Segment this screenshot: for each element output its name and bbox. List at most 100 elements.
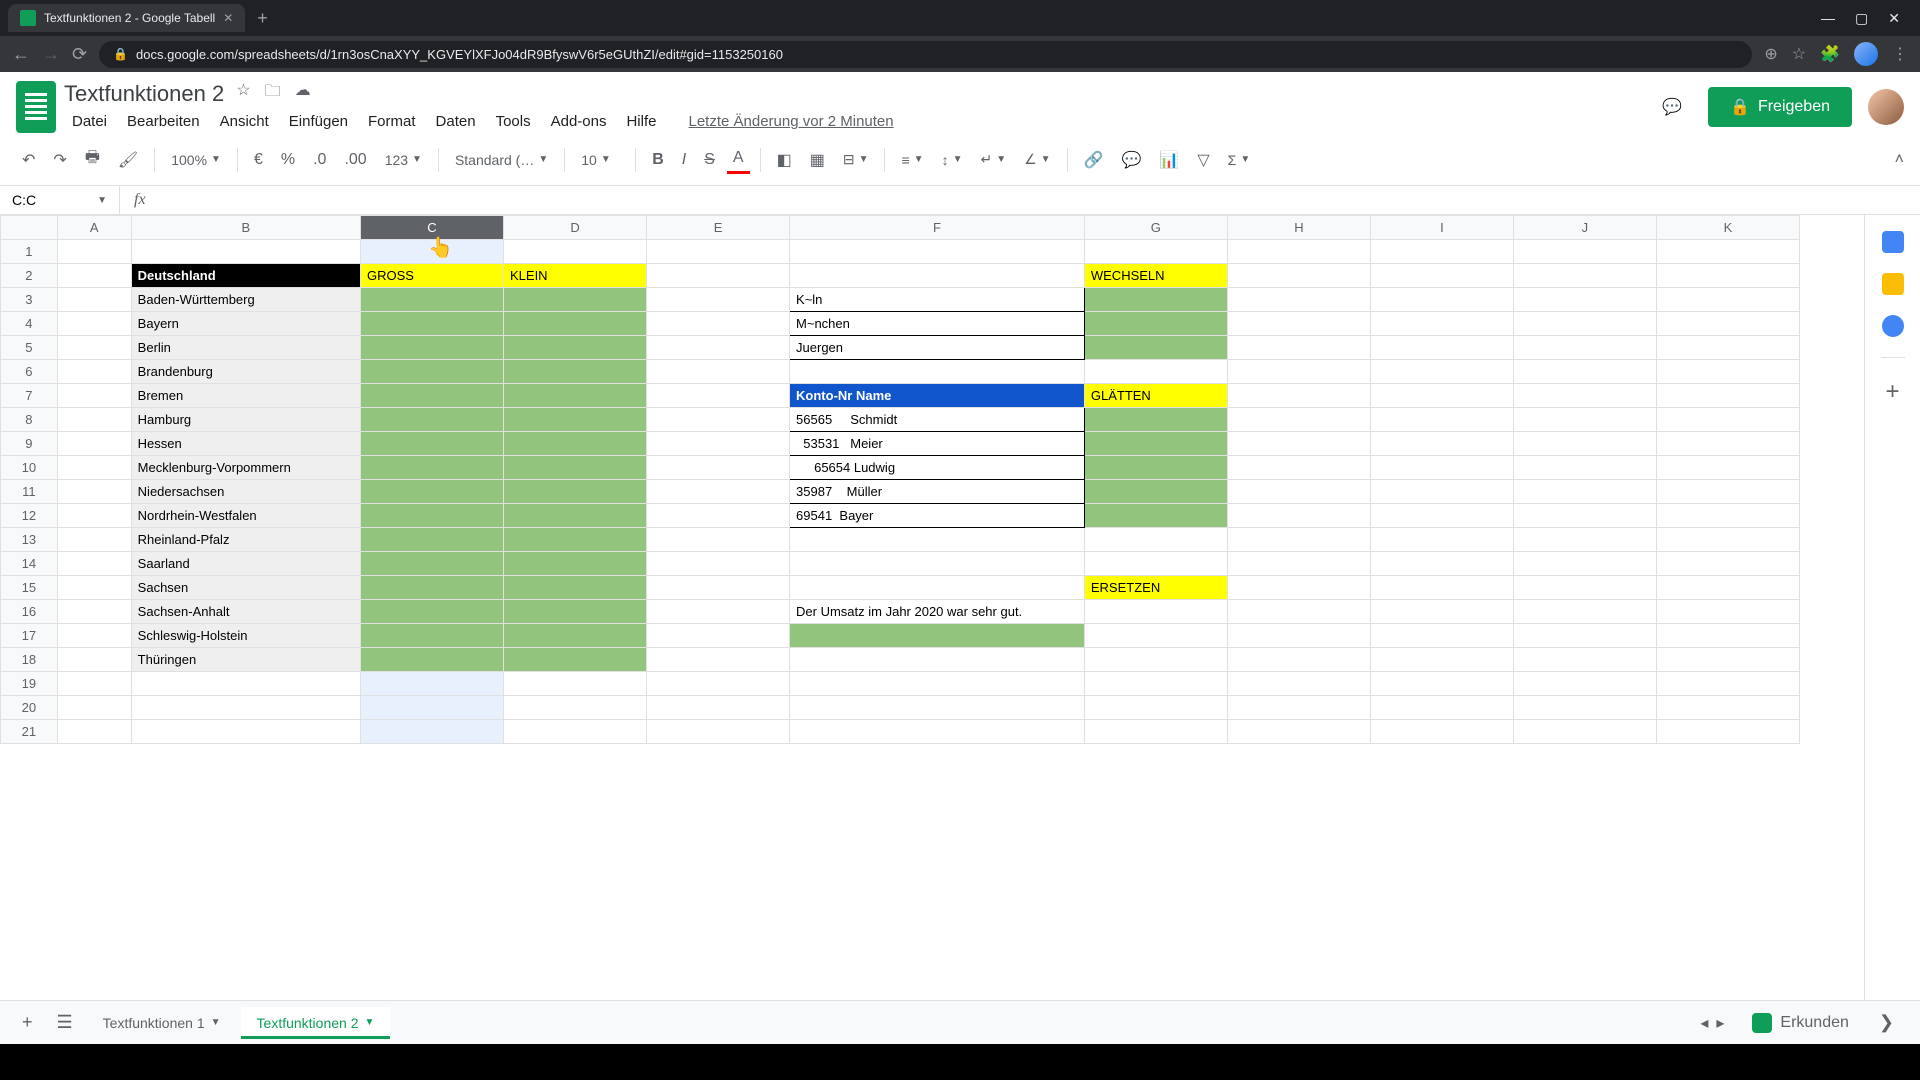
tasks-icon[interactable] bbox=[1882, 315, 1904, 337]
cell-D8[interactable] bbox=[504, 408, 647, 432]
cell-K5[interactable] bbox=[1656, 336, 1799, 360]
cell-F19[interactable] bbox=[790, 672, 1085, 696]
cell-D9[interactable] bbox=[504, 432, 647, 456]
cell-G4[interactable] bbox=[1084, 312, 1227, 336]
row-header-3[interactable]: 3 bbox=[1, 288, 58, 312]
cell-J12[interactable] bbox=[1513, 504, 1656, 528]
cell-H8[interactable] bbox=[1227, 408, 1370, 432]
cell-F8[interactable]: 56565 Schmidt bbox=[790, 408, 1085, 432]
cell-B17[interactable]: Schleswig-Holstein bbox=[131, 624, 360, 648]
cell-G19[interactable] bbox=[1084, 672, 1227, 696]
cell-A5[interactable] bbox=[57, 336, 131, 360]
cell-J16[interactable] bbox=[1513, 600, 1656, 624]
sheet-tab-2[interactable]: Textfunktionen 2▼ bbox=[241, 1007, 391, 1039]
wrap-select[interactable]: ↵▼ bbox=[974, 147, 1012, 172]
cell-D11[interactable] bbox=[504, 480, 647, 504]
cell-E15[interactable] bbox=[647, 576, 790, 600]
formula-bar[interactable] bbox=[160, 194, 1920, 206]
redo-icon[interactable]: ↷ bbox=[47, 146, 72, 174]
cell-C16[interactable] bbox=[360, 600, 503, 624]
cell-B20[interactable] bbox=[131, 696, 360, 720]
explore-button[interactable]: Erkunden bbox=[1740, 1007, 1861, 1039]
back-icon[interactable]: ← bbox=[12, 44, 30, 65]
cell-H9[interactable] bbox=[1227, 432, 1370, 456]
add-sheet-button[interactable]: + bbox=[12, 1006, 43, 1039]
collapse-toolbar-icon[interactable]: ˄ bbox=[1895, 151, 1904, 169]
column-header-E[interactable]: E bbox=[647, 216, 790, 240]
cell-K2[interactable] bbox=[1656, 264, 1799, 288]
cell-A3[interactable] bbox=[57, 288, 131, 312]
cell-H4[interactable] bbox=[1227, 312, 1370, 336]
sheet-tab-1[interactable]: Textfunktionen 1▼ bbox=[87, 1007, 237, 1039]
cell-B9[interactable]: Hessen bbox=[131, 432, 360, 456]
cell-H18[interactable] bbox=[1227, 648, 1370, 672]
cell-J3[interactable] bbox=[1513, 288, 1656, 312]
menu-edit[interactable]: Bearbeiten bbox=[119, 109, 208, 134]
cell-A14[interactable] bbox=[57, 552, 131, 576]
cell-E13[interactable] bbox=[647, 528, 790, 552]
cell-I15[interactable] bbox=[1370, 576, 1513, 600]
maximize-icon[interactable]: ▢ bbox=[1855, 10, 1868, 27]
cell-D5[interactable] bbox=[504, 336, 647, 360]
cell-A2[interactable] bbox=[57, 264, 131, 288]
filter-icon[interactable]: ▽ bbox=[1191, 146, 1215, 174]
cell-K7[interactable] bbox=[1656, 384, 1799, 408]
cell-D2[interactable]: KLEIN bbox=[504, 264, 647, 288]
cell-C21[interactable] bbox=[360, 720, 503, 744]
column-header-C[interactable]: C bbox=[360, 216, 503, 240]
cell-A6[interactable] bbox=[57, 360, 131, 384]
reload-icon[interactable]: ⟳ bbox=[72, 44, 87, 65]
cell-F7[interactable]: Konto-Nr Name bbox=[790, 384, 1085, 408]
cell-H13[interactable] bbox=[1227, 528, 1370, 552]
column-header-A[interactable]: A bbox=[57, 216, 131, 240]
cell-F12[interactable]: 69541 Bayer bbox=[790, 504, 1085, 528]
cell-A17[interactable] bbox=[57, 624, 131, 648]
bookmark-icon[interactable]: ☆ bbox=[1792, 44, 1806, 64]
address-bar[interactable]: 🔒 docs.google.com/spreadsheets/d/1rn3osC… bbox=[99, 41, 1752, 68]
cell-A19[interactable] bbox=[57, 672, 131, 696]
cell-K15[interactable] bbox=[1656, 576, 1799, 600]
cell-E2[interactable] bbox=[647, 264, 790, 288]
cell-I21[interactable] bbox=[1370, 720, 1513, 744]
all-sheets-button[interactable]: ☰ bbox=[47, 1006, 83, 1039]
cell-J13[interactable] bbox=[1513, 528, 1656, 552]
cell-I10[interactable] bbox=[1370, 456, 1513, 480]
cell-E17[interactable] bbox=[647, 624, 790, 648]
cell-H10[interactable] bbox=[1227, 456, 1370, 480]
cell-D15[interactable] bbox=[504, 576, 647, 600]
cell-J8[interactable] bbox=[1513, 408, 1656, 432]
cell-B6[interactable]: Brandenburg bbox=[131, 360, 360, 384]
cell-C9[interactable] bbox=[360, 432, 503, 456]
cell-B1[interactable] bbox=[131, 240, 360, 264]
cell-B21[interactable] bbox=[131, 720, 360, 744]
cell-H11[interactable] bbox=[1227, 480, 1370, 504]
cell-A11[interactable] bbox=[57, 480, 131, 504]
functions-select[interactable]: Σ▼ bbox=[1222, 148, 1257, 172]
fill-color-icon[interactable]: ◧ bbox=[771, 146, 798, 174]
cell-F17[interactable] bbox=[790, 624, 1085, 648]
row-header-14[interactable]: 14 bbox=[1, 552, 58, 576]
row-header-6[interactable]: 6 bbox=[1, 360, 58, 384]
cell-G10[interactable] bbox=[1084, 456, 1227, 480]
cell-D4[interactable] bbox=[504, 312, 647, 336]
cell-J7[interactable] bbox=[1513, 384, 1656, 408]
cell-H7[interactable] bbox=[1227, 384, 1370, 408]
cell-A7[interactable] bbox=[57, 384, 131, 408]
minimize-icon[interactable]: — bbox=[1821, 10, 1835, 27]
cell-C14[interactable] bbox=[360, 552, 503, 576]
cell-J4[interactable] bbox=[1513, 312, 1656, 336]
cell-G6[interactable] bbox=[1084, 360, 1227, 384]
cell-B11[interactable]: Niedersachsen bbox=[131, 480, 360, 504]
cell-E4[interactable] bbox=[647, 312, 790, 336]
cell-F16[interactable]: Der Umsatz im Jahr 2020 war sehr gut. bbox=[790, 600, 1085, 624]
cell-J15[interactable] bbox=[1513, 576, 1656, 600]
cell-B13[interactable]: Rheinland-Pfalz bbox=[131, 528, 360, 552]
text-color-icon[interactable]: A bbox=[727, 145, 750, 174]
document-title[interactable]: Textfunktionen 2 bbox=[64, 81, 224, 107]
cell-I12[interactable] bbox=[1370, 504, 1513, 528]
cell-G1[interactable] bbox=[1084, 240, 1227, 264]
number-format-select[interactable]: 123▼ bbox=[379, 148, 428, 172]
cell-D10[interactable] bbox=[504, 456, 647, 480]
cell-G9[interactable] bbox=[1084, 432, 1227, 456]
cell-G8[interactable] bbox=[1084, 408, 1227, 432]
